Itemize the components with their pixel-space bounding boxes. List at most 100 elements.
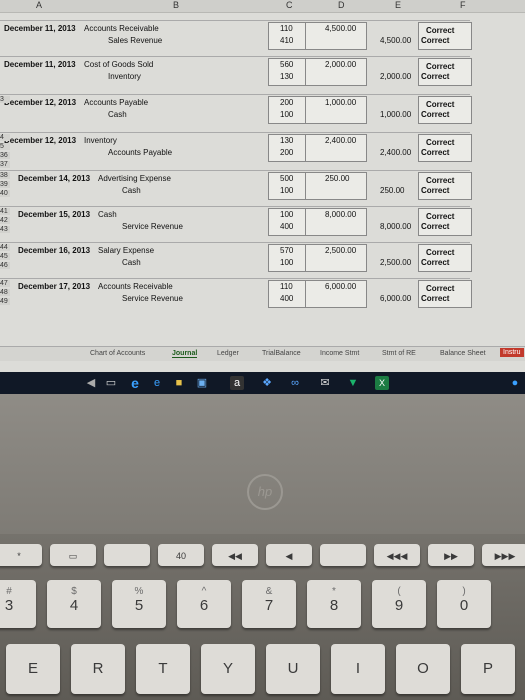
row-number[interactable]: 37 [0, 161, 10, 168]
debit-account-number[interactable]: 500 [280, 174, 293, 183]
dropbox-icon[interactable]: ❖ [260, 376, 274, 390]
letter-key[interactable]: P [461, 644, 515, 694]
column-header-e[interactable]: E [395, 0, 401, 10]
entry-date[interactable]: December 12, 2013 [4, 98, 76, 107]
tab-instructions[interactable]: Instru [500, 348, 524, 357]
row-number[interactable]: 47 [0, 280, 10, 287]
debit-account-number[interactable]: 570 [280, 246, 293, 255]
number-key[interactable]: & 7 [242, 580, 296, 628]
credit-account[interactable]: Service Revenue [122, 294, 183, 303]
number-key[interactable]: (9 [372, 580, 426, 628]
credit-amount[interactable]: 250.00 [380, 186, 404, 195]
credit-account-number[interactable]: 100 [280, 110, 293, 119]
credit-account[interactable]: Sales Revenue [108, 36, 162, 45]
chrome-icon[interactable]: ● [508, 376, 522, 390]
credit-amount[interactable]: 6,000.00 [380, 294, 411, 303]
tab-chart-of-accounts[interactable]: Chart of Accounts [90, 350, 145, 357]
credit-amount[interactable]: 4,500.00 [380, 36, 411, 45]
back-icon[interactable]: ◀ [84, 376, 98, 390]
entry-date[interactable]: December 11, 2013 [4, 24, 76, 33]
letter-key[interactable]: R [71, 644, 125, 694]
file-explorer-icon[interactable]: ■ [172, 376, 186, 390]
store-icon[interactable]: ▣ [195, 376, 209, 390]
debit-amount[interactable]: 2,400.00 [325, 136, 356, 145]
number-key[interactable]: ) 0 [437, 580, 491, 628]
entry-date[interactable]: December 16, 2013 [18, 246, 90, 255]
fn-key[interactable]: ▶▶ [428, 544, 474, 566]
debit-account[interactable]: Advertising Expense [98, 174, 171, 183]
credit-amount[interactable]: 2,000.00 [380, 72, 411, 81]
credit-account[interactable]: Cash [122, 258, 141, 267]
row-number[interactable]: 36 [0, 152, 10, 159]
debit-account[interactable]: Accounts Payable [84, 98, 148, 107]
credit-account-number[interactable]: 200 [280, 148, 293, 157]
fn-key[interactable]: ▶▶▶ [482, 544, 525, 566]
debit-amount[interactable]: 250.00 [325, 174, 349, 183]
credit-account-number[interactable]: 400 [280, 294, 293, 303]
row-number[interactable]: 41 [0, 208, 10, 215]
entry-date[interactable]: December 11, 2013 [4, 60, 76, 69]
fn-key[interactable]: 40 [158, 544, 204, 566]
debit-account[interactable]: Cash [98, 210, 117, 219]
tab-journal[interactable]: Journal [172, 350, 198, 358]
fn-key[interactable]: * [0, 544, 42, 566]
credit-account[interactable]: Cash [122, 186, 141, 195]
debit-account[interactable]: Cost of Goods Sold [84, 60, 153, 69]
row-number[interactable]: 4 [0, 134, 10, 141]
debit-account-number[interactable]: 100 [280, 210, 293, 219]
row-number[interactable]: 43 [0, 226, 10, 233]
credit-account-number[interactable]: 100 [280, 258, 293, 267]
row-number[interactable]: 49 [0, 298, 10, 305]
debit-account-number[interactable]: 130 [280, 136, 293, 145]
debit-account-number[interactable]: 110 [280, 24, 293, 33]
debit-account-number[interactable]: 200 [280, 98, 293, 107]
excel-icon[interactable]: X [375, 376, 389, 390]
tab-stmt-of-re[interactable]: Stmt of RE [382, 350, 416, 357]
column-header-a[interactable]: A [36, 0, 42, 10]
number-key[interactable]: % 5 [112, 580, 166, 628]
vscode-icon[interactable]: ▼ [346, 376, 360, 390]
row-number[interactable]: 46 [0, 262, 10, 269]
debit-account[interactable]: Accounts Receivable [98, 282, 173, 291]
letter-key[interactable]: O [396, 644, 450, 694]
infinity-icon[interactable]: ∞ [288, 376, 302, 390]
amazon-icon[interactable]: a [230, 376, 244, 390]
debit-amount[interactable]: 2,000.00 [325, 60, 356, 69]
number-key[interactable]: $4 [47, 580, 101, 628]
credit-account-number[interactable]: 410 [280, 36, 293, 45]
edge-icon-2[interactable]: e [150, 376, 164, 390]
column-header-c[interactable]: C [286, 0, 293, 10]
fn-key[interactable]: ◀◀◀ [374, 544, 420, 566]
fn-key[interactable] [320, 544, 366, 566]
debit-amount[interactable]: 8,000.00 [325, 210, 356, 219]
credit-account[interactable]: Service Revenue [122, 222, 183, 231]
row-number[interactable]: 5 [0, 143, 10, 150]
letter-key[interactable]: I [331, 644, 385, 694]
row-number[interactable]: 3 [0, 96, 10, 103]
credit-amount[interactable]: 2,500.00 [380, 258, 411, 267]
mail-icon[interactable]: ✉ [318, 376, 332, 390]
row-number[interactable]: 39 [0, 181, 10, 188]
task-view-icon[interactable]: ▭ [104, 376, 118, 390]
debit-amount[interactable]: 4,500.00 [325, 24, 356, 33]
fn-key[interactable]: ◀ [266, 544, 312, 566]
tab-ledger[interactable]: Ledger [217, 350, 239, 357]
entry-date[interactable]: December 14, 2013 [18, 174, 90, 183]
row-number[interactable]: 48 [0, 289, 10, 296]
row-number[interactable]: 40 [0, 190, 10, 197]
fn-key[interactable]: ▭ [50, 544, 96, 566]
credit-account-number[interactable]: 400 [280, 222, 293, 231]
debit-account-number[interactable]: 560 [280, 60, 293, 69]
entry-date[interactable]: December 17, 2013 [18, 282, 90, 291]
entry-date[interactable]: December 15, 2013 [18, 210, 90, 219]
column-header-b[interactable]: B [173, 0, 179, 10]
letter-key[interactable]: E [6, 644, 60, 694]
row-number[interactable]: 38 [0, 172, 10, 179]
letter-key[interactable]: Y [201, 644, 255, 694]
debit-account-number[interactable]: 110 [280, 282, 293, 291]
fn-key[interactable] [104, 544, 150, 566]
number-key[interactable]: #3 [0, 580, 36, 628]
credit-amount[interactable]: 2,400.00 [380, 148, 411, 157]
edge-icon[interactable]: e [128, 376, 142, 390]
tab-income-stmt[interactable]: Income Stmt [320, 350, 359, 357]
